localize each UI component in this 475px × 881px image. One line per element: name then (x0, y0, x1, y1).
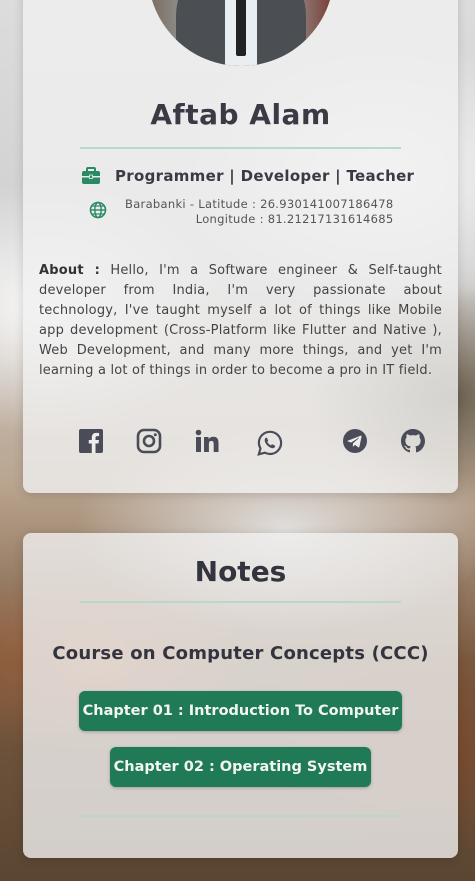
profile-name: Aftab Alam (150, 98, 331, 131)
chapter-01-button[interactable]: Chapter 01 : Introduction To Computer (79, 691, 402, 731)
github-icon[interactable] (400, 428, 426, 454)
divider (80, 601, 401, 603)
notes-card: Notes Course on Computer Concepts (CCC) … (23, 533, 458, 858)
location-row: Barabanki - Latitude : 26.93014100718647… (89, 197, 418, 227)
notes-title: Notes (194, 555, 287, 588)
role-text: Programmer | Developer | Teacher (115, 167, 415, 185)
social-links (78, 428, 425, 456)
instagram-icon[interactable] (136, 428, 162, 454)
facebook-icon[interactable] (78, 428, 104, 454)
location-text: Barabanki - Latitude : 26.93014100718647… (125, 197, 394, 227)
about-section: About : Hello, I'm a Software engineer &… (39, 261, 442, 381)
course-title: Course on Computer Concepts (CCC) (52, 643, 429, 664)
divider (80, 815, 401, 817)
location-longitude: Longitude : 81.21217131614685 (195, 212, 394, 226)
whatsapp-icon[interactable] (257, 430, 283, 456)
profile-card: Aftab Alam Programmer | Developer | Teac… (23, 0, 458, 493)
linkedin-icon[interactable] (194, 428, 220, 454)
location-latitude: Barabanki - Latitude : 26.93014100718647… (125, 197, 394, 211)
divider (80, 147, 401, 149)
about-text: Hello, I'm a Software engineer & Self-ta… (39, 263, 442, 378)
chapter-02-button[interactable]: Chapter 02 : Operating System (110, 747, 371, 787)
telegram-icon[interactable] (342, 428, 368, 454)
briefcase-icon (82, 167, 100, 184)
globe-icon (89, 201, 107, 219)
about-label: About : (39, 263, 100, 278)
role-row: Programmer | Developer | Teacher (81, 167, 438, 185)
avatar (148, 0, 334, 66)
